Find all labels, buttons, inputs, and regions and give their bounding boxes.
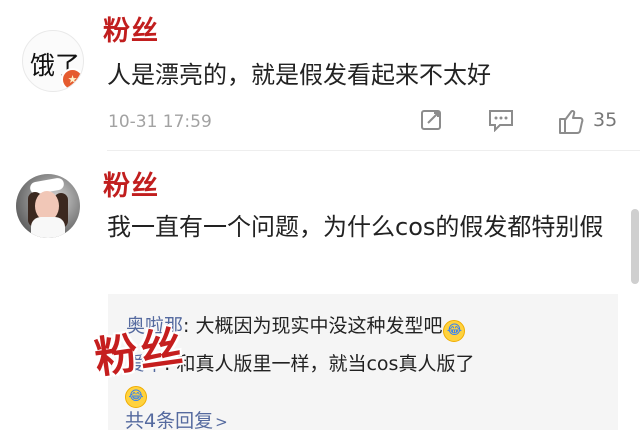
dress-shape bbox=[31, 217, 65, 238]
comment-icon-svg bbox=[489, 110, 513, 132]
reply-text: 和真人版里一样，就当cos真人版了 bbox=[176, 353, 475, 375]
like-icon bbox=[559, 109, 584, 134]
reply-text: 大概因为现实中没这种发型吧 bbox=[195, 315, 443, 337]
comment-text: 人是漂亮的，就是假发看起来不太好 bbox=[107, 61, 491, 89]
comment-text: 我一直有一个问题，为什么cos的假发都特别假 bbox=[107, 213, 604, 241]
comment-divider bbox=[107, 150, 640, 151]
reply-separator: : bbox=[183, 315, 196, 337]
scrollbar-thumb[interactable] bbox=[631, 209, 639, 284]
username[interactable]: 粉丝 bbox=[103, 9, 159, 48]
avatar[interactable]: 饿了 ★ bbox=[22, 30, 84, 92]
laughing-emoji-icon: 😂 bbox=[443, 320, 466, 342]
share-icon-svg bbox=[421, 110, 441, 130]
verified-badge-icon: ★ bbox=[61, 68, 83, 91]
share-icon[interactable] bbox=[420, 108, 444, 132]
laughing-emoji-icon: 😂 bbox=[125, 386, 147, 408]
fan-watermark: 粉丝 bbox=[91, 321, 188, 384]
like-count: 35 bbox=[593, 109, 618, 131]
username[interactable]: 粉丝 bbox=[103, 164, 159, 203]
comment-icon[interactable] bbox=[487, 108, 515, 132]
avatar[interactable] bbox=[16, 174, 80, 238]
reply-more-label: 共4条回复 bbox=[125, 410, 214, 432]
chevron-right-icon: > bbox=[215, 413, 228, 431]
reply-more-link[interactable]: 共4条回复 > bbox=[125, 406, 228, 433]
like-button[interactable]: 35 bbox=[555, 106, 625, 136]
timestamp: 10-31 17:59 bbox=[108, 112, 212, 132]
